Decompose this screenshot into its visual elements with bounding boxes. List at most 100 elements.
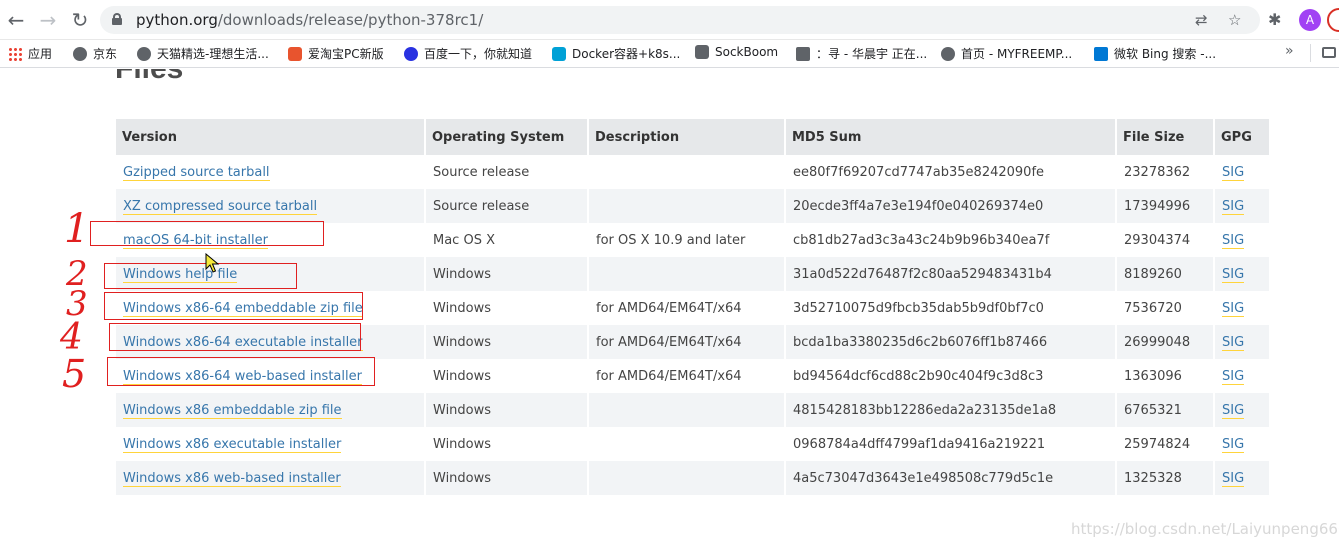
file-size-cell: 23278362 [1124,164,1191,180]
version-link[interactable]: Gzipped source tarball [123,164,270,181]
bookmark-label: 天猫精选-理想生活... [157,47,269,61]
md5-cell: bd94564dcf6cd88c2b90c404f9c3d8c3 [793,368,1044,384]
description-cell [589,257,784,291]
bookmark-bing[interactable]: 微软 Bing 搜索 -... [1094,45,1216,62]
bookmark-label: Docker容器+k8s... [572,47,681,61]
annotation-box-3 [104,292,363,320]
gpg-sig-link[interactable]: SIG [1222,300,1245,317]
reload-icon[interactable]: ↻ [68,8,92,32]
version-cell: Windows x86 web-based installer [116,461,424,495]
header-version: Version [116,119,424,155]
bookmarks-divider [1310,44,1311,62]
globe-icon [73,47,87,61]
bookmark-sockboom[interactable]: SockBoom [695,45,778,59]
description-cell: for AMD64/EM64T/x64 [596,368,742,384]
gpg-sig-link[interactable]: SIG [1222,334,1245,351]
version-link[interactable]: Windows x86 embeddable zip file [123,402,342,419]
bilibili-icon [552,47,566,61]
header-description: Description [589,119,784,155]
gpg-sig-link[interactable]: SIG [1222,402,1245,419]
address-bar[interactable]: python.org/downloads/release/python-378r… [100,6,1260,34]
md5-cell: ee80f7f69207cd7747ab35e8242090fe [793,164,1045,180]
md5-cell: bcda1ba3380235d6c2b6076ff1b87466 [786,325,1115,359]
version-link[interactable]: Windows x86 executable installer [123,436,342,453]
extensions-icon[interactable]: ✱ [1268,10,1281,29]
header-md5: MD5 Sum [786,119,1115,155]
bookmark-apps[interactable]: 应用 [8,45,52,62]
version-cell: Windows x86 executable installer [116,427,424,461]
bookmark-docker[interactable]: Docker容器+k8s... [552,45,680,62]
bookmark-myfreemp3[interactable]: 首页 - MYFREEMP... [941,45,1072,62]
header-os: Operating System [426,119,587,155]
version-cell: Windows x86 embeddable zip file [116,393,424,427]
annotation-box-1 [90,221,324,246]
bookmark-aitaobao[interactable]: 爱淘宝PC新版 [288,45,384,62]
md5-cell: 31a0d522d76487f2c80aa529483431b4 [786,257,1115,291]
gpg-sig-cell: SIG [1215,257,1269,291]
gpg-sig-cell: SIG [1215,359,1269,393]
file-size-cell: 26999048 [1117,325,1213,359]
profile-avatar[interactable]: A [1299,9,1321,31]
file-size-cell: 29304374 [1124,232,1191,248]
os-cell: Source release [426,189,587,223]
bookmark-label: 首页 - MYFREEMP... [961,47,1073,61]
more-bookmarks-icon[interactable]: » [1285,43,1294,59]
os-cell: Mac OS X [433,232,495,248]
os-cell: Source release [433,164,530,180]
table-header-row: Version Operating System Description MD5… [116,119,1269,155]
file-size-cell: 7536720 [1124,300,1182,316]
gpg-sig-link[interactable]: SIG [1222,436,1245,453]
file-size-cell: 25974824 [1124,436,1191,452]
gpg-sig-cell: SIG [1215,155,1269,189]
gpg-sig-cell: SIG [1215,223,1269,257]
forward-icon[interactable]: → [36,8,60,32]
translate-icon[interactable]: ⇄ [1195,11,1208,29]
folder-icon[interactable] [1322,47,1336,58]
version-link[interactable]: Windows x86 web-based installer [123,470,341,487]
gpg-sig-cell: SIG [1215,325,1269,359]
recording-indicator [1327,8,1339,32]
file-size-cell: 1325328 [1117,461,1213,495]
bookmark-label: 京东 [93,47,118,61]
md5-cell: cb81db27ad3c3a43c24b9b96b340ea7f [793,232,1050,248]
gpg-sig-link[interactable]: SIG [1222,368,1245,385]
gpg-sig-link[interactable]: SIG [1222,164,1245,181]
table-row: Windows x86 web-based installer Windows 4a… [116,461,1269,495]
bookmark-tmall[interactable]: 天猫精选-理想生活... [137,45,269,62]
gpg-sig-cell: SIG [1215,189,1269,223]
file-size-cell: 8189260 [1117,257,1213,291]
watermark: https://blog.csdn.net/Laiyunpeng666 [1071,520,1339,538]
bookmark-music[interactable]: ：寻 - 华晨宇 正在... [796,45,927,62]
globe-icon [941,47,955,61]
gpg-sig-link[interactable]: SIG [1222,198,1245,215]
version-link[interactable]: XZ compressed source tarball [123,198,318,215]
bookmark-jd[interactable]: 京东 [73,45,117,62]
bookmarks-bar: 应用 京东 天猫精选-理想生活... 爱淘宝PC新版 百度一下，你就知道 Doc… [0,40,1339,68]
table-row: Windows x86 embeddable zip file Windows 48… [116,393,1269,427]
bookmark-label: SockBoom [715,45,779,59]
description-cell [589,461,784,495]
gpg-sig-link[interactable]: SIG [1222,470,1245,487]
file-size-cell: 6765321 [1117,393,1213,427]
description-cell [589,155,784,189]
md5-cell: 20ecde3ff4a7e3e194f0e040269374e0 [786,189,1115,223]
table-row: Gzipped source tarball Source release ee80… [116,155,1269,189]
md5-cell: 3d52710075d9fbcb35dab5b9df0bf7c0 [793,300,1044,316]
annotation-number-5: 5 [62,352,87,396]
gpg-sig-cell: SIG [1215,461,1269,495]
annotation-number-3: 3 [66,284,88,324]
annotation-number-4: 4 [60,317,83,358]
file-size-cell: 1363096 [1124,368,1182,384]
description-cell: for OS X 10.9 and later [596,232,746,248]
back-icon[interactable]: ← [4,8,28,32]
gpg-sig-link[interactable]: SIG [1222,232,1245,249]
gpg-sig-link[interactable]: SIG [1222,266,1245,283]
md5-cell: 4815428183bb12286eda2a23135de1a8 [786,393,1115,427]
annotation-box-2 [104,263,297,289]
apps-grid-icon [8,47,22,61]
bookmark-label: 爱淘宝PC新版 [308,47,384,61]
os-cell: Windows [426,257,587,291]
bookmark-baidu[interactable]: 百度一下，你就知道 [404,45,532,62]
star-icon[interactable]: ☆ [1228,11,1241,29]
music-note-icon [796,47,810,61]
